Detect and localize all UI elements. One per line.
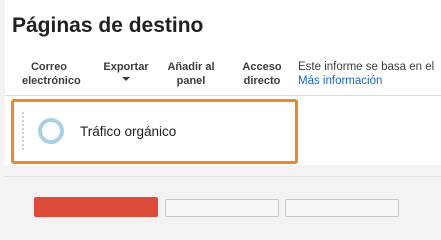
more-info-link[interactable]: Más información	[298, 74, 441, 88]
email-button-label-line2: electrónico	[22, 75, 81, 87]
add-to-dashboard-label-line2: panel	[176, 75, 206, 87]
primary-red-button[interactable]	[34, 197, 158, 217]
report-info: Este informe se basa en el Más informaci…	[298, 60, 441, 88]
lower-panel-border	[5, 176, 441, 177]
lower-panel	[5, 176, 441, 217]
segment-selector[interactable]: Tráfico orgánico	[11, 99, 298, 164]
caret-down-icon	[122, 77, 130, 81]
shortcut-button-label-line2: directo	[243, 75, 281, 87]
export-button[interactable]: Exportar	[102, 60, 150, 81]
secondary-button[interactable]	[165, 199, 279, 217]
add-to-dashboard-button[interactable]: Añadir al panel	[163, 60, 219, 88]
segment-label: Tráfico orgánico	[80, 124, 177, 139]
shortcut-button-label-line1: Acceso	[242, 61, 282, 73]
add-to-dashboard-label-line1: Añadir al	[167, 61, 215, 73]
drag-handle-icon[interactable]	[22, 112, 24, 152]
circle-segment-icon	[38, 118, 64, 144]
page-title: Páginas de destino	[12, 14, 204, 37]
report-info-text: Este informe se basa en el	[298, 61, 435, 73]
secondary-button[interactable]	[285, 199, 399, 217]
toolbar-divider	[5, 95, 441, 96]
email-button-label-line1: Correo	[30, 61, 68, 73]
email-button[interactable]: Correo electrónico	[22, 60, 81, 88]
shortcut-button[interactable]: Acceso directo	[236, 60, 288, 88]
export-button-label: Exportar	[103, 61, 149, 73]
